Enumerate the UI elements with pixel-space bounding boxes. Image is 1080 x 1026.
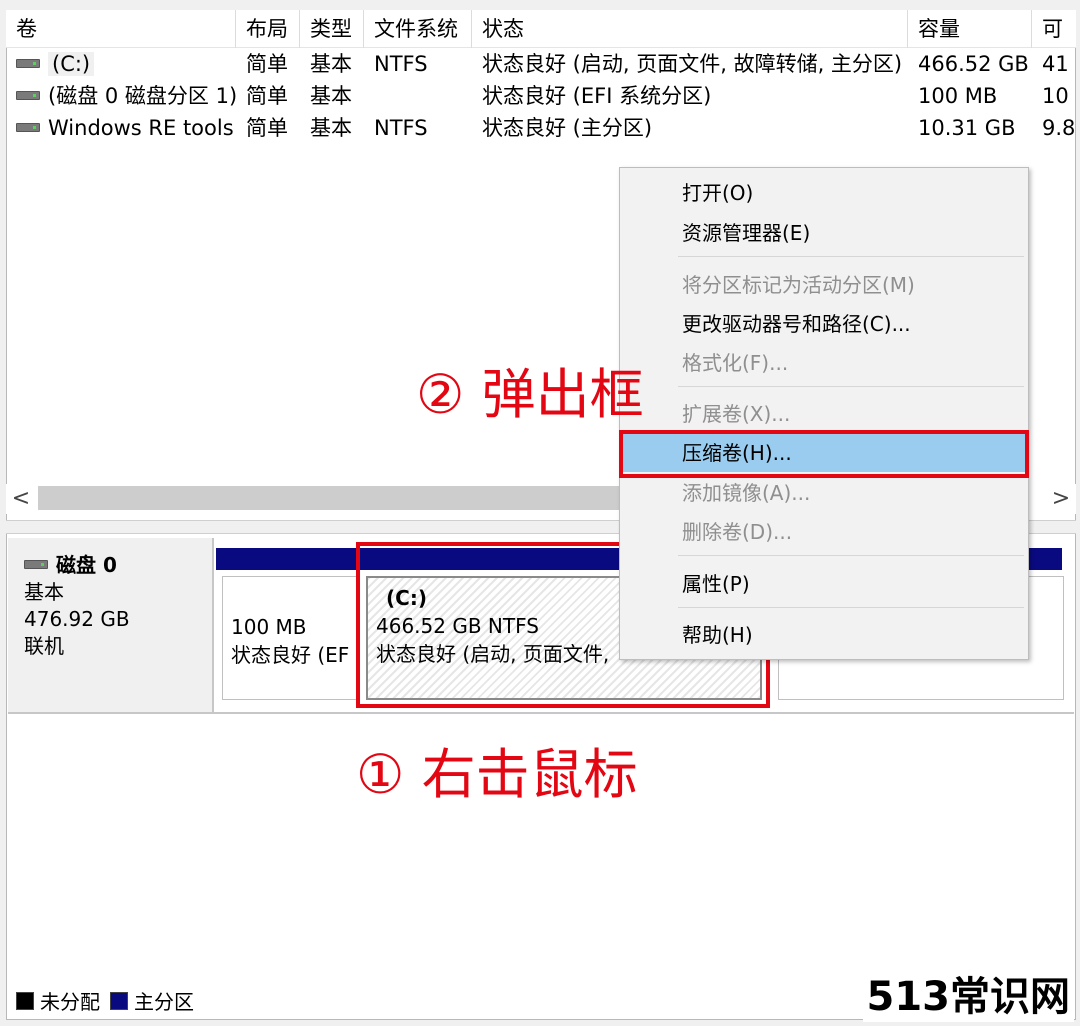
annotation-right-click: ① 右击鼠标 xyxy=(356,743,638,806)
menu-separator xyxy=(678,555,1024,556)
drive-icon xyxy=(16,122,40,132)
volume-fs: NTFS xyxy=(374,116,428,140)
volume-layout: 简单 xyxy=(246,52,288,76)
context-menu: 打开(O) 资源管理器(E) 将分区标记为活动分区(M) 更改驱动器号和路径(C… xyxy=(619,167,1029,660)
disk-name: 磁盘 0 xyxy=(56,553,117,577)
menu-item-format[interactable]: 格式化(F)... xyxy=(620,344,1028,382)
partition-status: 状态良好 (EF xyxy=(231,643,350,667)
scroll-thumb[interactable] xyxy=(38,486,648,510)
volume-free: 41 xyxy=(1042,52,1069,76)
volume-type: 基本 xyxy=(310,84,352,108)
table-row[interactable]: (C:) 简单 基本 NTFS 状态良好 (启动, 页面文件, 故障转储, 主分… xyxy=(6,48,1076,80)
menu-item-add-mirror[interactable]: 添加镜像(A)... xyxy=(620,474,1028,512)
volume-status: 状态良好 (EFI 系统分区) xyxy=(482,84,712,108)
volume-fs: NTFS xyxy=(374,52,428,76)
menu-item-open[interactable]: 打开(O) xyxy=(620,174,1028,212)
disk-state: 联机 xyxy=(24,634,64,658)
menu-separator xyxy=(678,386,1024,387)
highlight-shrink-item xyxy=(619,430,1029,478)
volume-list-header: 卷 布局 类型 文件系统 状态 容量 可 xyxy=(6,10,1076,48)
disk-type: 基本 xyxy=(24,580,64,604)
volume-name: (磁盘 0 磁盘分区 1) xyxy=(48,84,236,108)
column-header-type[interactable]: 类型 xyxy=(300,10,364,48)
volume-free: 10 xyxy=(1042,84,1069,108)
partition-efi[interactable]: 100 MB 状态良好 (EF xyxy=(222,576,358,700)
menu-item-change-letter[interactable]: 更改驱动器号和路径(C)... xyxy=(620,305,1028,343)
volume-status: 状态良好 (主分区) xyxy=(482,116,653,140)
scroll-left-icon[interactable]: < xyxy=(6,484,36,514)
menu-item-extend[interactable]: 扩展卷(X)... xyxy=(620,395,1028,433)
drive-icon xyxy=(16,90,40,100)
menu-separator xyxy=(678,256,1024,257)
column-header-layout[interactable]: 布局 xyxy=(236,10,300,48)
legend-primary: 主分区 xyxy=(134,990,194,1014)
column-header-filesystem[interactable]: 文件系统 xyxy=(364,10,472,48)
annotation-popup: ② 弹出框 xyxy=(416,363,644,426)
menu-item-delete[interactable]: 删除卷(D)... xyxy=(620,513,1028,551)
column-header-volume[interactable]: 卷 xyxy=(6,10,236,48)
drive-icon xyxy=(16,58,40,68)
menu-item-mark-active[interactable]: 将分区标记为活动分区(M) xyxy=(620,266,1028,304)
menu-item-properties[interactable]: 属性(P) xyxy=(620,565,1028,603)
volume-type: 基本 xyxy=(310,116,352,140)
partition-size: 100 MB xyxy=(231,615,307,639)
volume-name: (C:) xyxy=(48,52,95,76)
menu-item-explorer[interactable]: 资源管理器(E) xyxy=(620,214,1028,252)
legend-swatch-unallocated xyxy=(16,991,34,1010)
legend-unallocated: 未分配 xyxy=(40,990,100,1014)
disk-icon xyxy=(24,560,48,569)
divider xyxy=(8,712,1074,714)
table-row[interactable]: Windows RE tools 简单 基本 NTFS 状态良好 (主分区) 1… xyxy=(6,112,1076,144)
scroll-right-icon[interactable]: > xyxy=(1046,484,1076,514)
table-row[interactable]: (磁盘 0 磁盘分区 1) 简单 基本 状态良好 (EFI 系统分区) 100 … xyxy=(6,80,1076,112)
volume-name: Windows RE tools xyxy=(48,116,234,140)
volume-capacity: 466.52 GB xyxy=(918,52,1029,76)
menu-item-help[interactable]: 帮助(H) xyxy=(620,616,1028,654)
legend-swatch-primary xyxy=(110,991,128,1010)
volume-free: 9.8 xyxy=(1042,116,1076,140)
disk-info-panel[interactable]: 磁盘 0 基本 476.92 GB 联机 xyxy=(8,538,214,712)
volume-layout: 简单 xyxy=(246,84,288,108)
volume-fs xyxy=(364,80,472,112)
disk-size: 476.92 GB xyxy=(24,607,130,631)
watermark: 513常识网 xyxy=(862,972,1074,1022)
column-header-free[interactable]: 可 xyxy=(1032,10,1076,48)
volume-type: 基本 xyxy=(310,52,352,76)
legend: 未分配 主分区 xyxy=(16,986,194,1015)
volume-status: 状态良好 (启动, 页面文件, 故障转储, 主分区) xyxy=(482,52,903,76)
disk-title: 磁盘 0 xyxy=(24,552,212,579)
menu-separator xyxy=(678,607,1024,608)
volume-layout: 简单 xyxy=(246,116,288,140)
volume-capacity: 100 MB xyxy=(918,84,998,108)
column-header-capacity[interactable]: 容量 xyxy=(908,10,1032,48)
volume-capacity: 10.31 GB xyxy=(918,116,1016,140)
column-header-status[interactable]: 状态 xyxy=(472,10,908,48)
